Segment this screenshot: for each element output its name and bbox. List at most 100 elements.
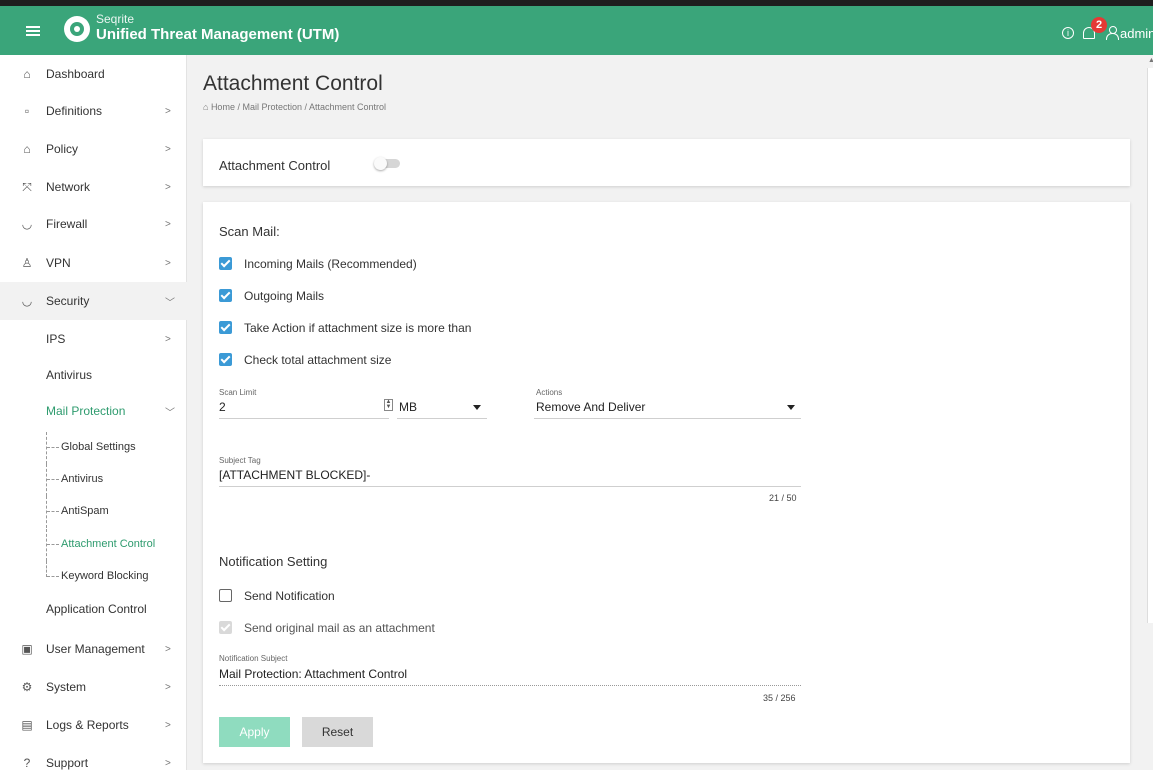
sidebar-item-user-management[interactable]: ▣ User Management > [0,630,187,668]
check-total-size-checkbox[interactable] [219,353,232,366]
sidebar-item-label: Security [46,294,90,308]
settings-card: Scan Mail: Incoming Mails (Recommended) … [203,202,1130,763]
actions-label: Actions [536,388,563,397]
checkbox-label: Send Notification [244,589,335,603]
checkbox-label: Send original mail as an attachment [244,621,435,635]
send-original-checkbox [219,621,232,634]
hamburger-menu-icon[interactable] [26,26,40,36]
checkbox-label: Outgoing Mails [244,289,325,303]
sidebar-item-dashboard[interactable]: ⌂ Dashboard [0,55,187,93]
breadcrumb-path[interactable]: Home / Mail Protection / Attachment Cont… [211,102,386,112]
sidebar-subitem-attachment-control[interactable]: Attachment Control [0,529,187,561]
info-icon[interactable]: i [1062,27,1074,39]
sidebar-item-vpn[interactable]: ♙ VPN > [0,244,187,282]
scan-limit-label: Scan Limit [219,388,257,397]
sidebar-subitem-label: Keyword Blocking [61,570,149,582]
sidebar-subitem-antivirus[interactable]: Antivirus [0,464,187,496]
scan-limit-input[interactable]: 2 [219,400,226,414]
sidebar-item-label: Logs & Reports [46,718,129,732]
scrollbar[interactable] [1147,68,1153,623]
home-icon: ⌂ [23,142,31,156]
sidebar-item-mail-protection[interactable]: Mail Protection ﹀ [0,392,187,430]
actions-select[interactable]: Remove And Deliver [536,400,645,414]
subject-tag-input[interactable]: [ATTACHMENT BLOCKED]- [219,468,370,482]
user-box-icon: ▣ [21,642,33,656]
unit-select[interactable]: MB [399,400,417,414]
incoming-mails-checkbox[interactable] [219,257,232,270]
sidebar-subitem-label: Attachment Control [61,538,156,550]
outgoing-mails-checkbox[interactable] [219,289,232,302]
sidebar-item-label: Network [46,180,91,194]
sidebar-item-policy[interactable]: ⌂ Policy > [0,130,187,168]
tree-connector [46,529,59,561]
tree-connector [46,432,59,464]
sidebar-item-logs-reports[interactable]: ▤ Logs & Reports > [0,706,187,744]
chevron-right-icon: > [165,757,171,769]
subject-tag-counter: 21 / 50 [769,493,797,503]
notification-subject-input[interactable]: Mail Protection: Attachment Control [219,667,407,681]
tree-connector [46,561,59,577]
sidebar-item-label: Definitions [46,104,103,118]
attachment-control-toggle[interactable] [374,157,400,170]
notification-badge[interactable]: 2 [1091,17,1107,33]
reset-button[interactable]: Reset [302,717,373,747]
outgoing-mails-checkbox-row[interactable]: Outgoing Mails [219,288,519,304]
chevron-down-icon: ﹀ [165,297,175,309]
sidebar-item-ips[interactable]: IPS > [0,320,187,358]
check-total-size-checkbox-row[interactable]: Check total attachment size [219,352,519,368]
checkbox-label: Incoming Mails (Recommended) [244,257,417,271]
sidebar-item-security[interactable]: ◡ Security ﹀ [0,282,187,320]
sidebar-item-label: Firewall [46,217,88,231]
shield-icon: ◡ [21,294,33,308]
product-title: Unified Threat Management (UTM) [96,26,340,43]
take-action-checkbox-row[interactable]: Take Action if attachment size is more t… [219,320,519,336]
send-notification-checkbox-row[interactable]: Send Notification [219,588,519,604]
file-icon: ▫ [24,104,30,118]
chevron-right-icon: > [165,681,171,693]
sidebar-item-label: Support [46,756,89,770]
notification-subject-underline [219,685,801,686]
incoming-mails-checkbox-row[interactable]: Incoming Mails (Recommended) [219,256,519,272]
send-notification-checkbox[interactable] [219,589,232,602]
shield-icon: ◡ [21,217,33,231]
sidebar-subitem-keyword-blocking[interactable]: Keyword Blocking [0,561,187,593]
tree-connector [46,496,59,528]
network-icon: ⤧ [22,180,32,194]
take-action-checkbox[interactable] [219,321,232,334]
attachment-control-toggle-card: Attachment Control [203,139,1130,186]
sidebar-item-label: Application Control [46,602,147,616]
username[interactable]: admin [1120,26,1153,41]
sidebar-item-network[interactable]: ⤧ Network > [0,168,187,206]
sidebar-item-definitions[interactable]: ▫ Definitions > [0,92,187,130]
sidebar-subitem-global-settings[interactable]: Global Settings [0,432,187,464]
sidebar-subitem-label: Global Settings [61,441,136,453]
tree-connector [46,464,59,496]
chevron-right-icon: > [165,218,171,230]
user-icon[interactable] [1106,26,1119,40]
notification-subject-label: Notification Subject [219,654,288,663]
apply-button[interactable]: Apply [219,717,290,747]
subject-tag-label: Subject Tag [219,456,261,465]
sidebar-item-support[interactable]: ? Support > [0,744,187,770]
chevron-down-icon[interactable] [473,405,481,410]
sidebar-item-label: Mail Protection [46,404,126,418]
sidebar-item-label: System [46,680,87,694]
spinner-icon[interactable]: ▲ ▼ [384,399,393,411]
chevron-down-icon[interactable] [787,405,795,410]
sidebar-item-application-control[interactable]: Application Control [0,590,187,628]
checkbox-label: Check total attachment size [244,353,392,367]
sidebar-item-label: VPN [46,256,71,270]
seqrite-logo-icon [64,16,90,42]
gear-icon: ⚙ [21,680,33,694]
sidebar-item-label: Policy [46,142,79,156]
scan-mail-heading: Scan Mail: [219,224,280,239]
breadcrumb: ⌂ Home / Mail Protection / Attachment Co… [203,102,386,112]
chevron-right-icon: > [165,105,171,117]
toggle-label: Attachment Control [219,158,331,173]
sidebar-subitem-antispam[interactable]: AntiSpam [0,496,187,528]
sidebar-item-antivirus[interactable]: Antivirus [0,356,187,394]
sidebar-item-system[interactable]: ⚙ System > [0,668,187,706]
sidebar-item-firewall[interactable]: ◡ Firewall > [0,205,187,243]
scroll-up-icon[interactable]: ▲ [1148,57,1153,64]
home-icon[interactable]: ⌂ [203,102,211,112]
